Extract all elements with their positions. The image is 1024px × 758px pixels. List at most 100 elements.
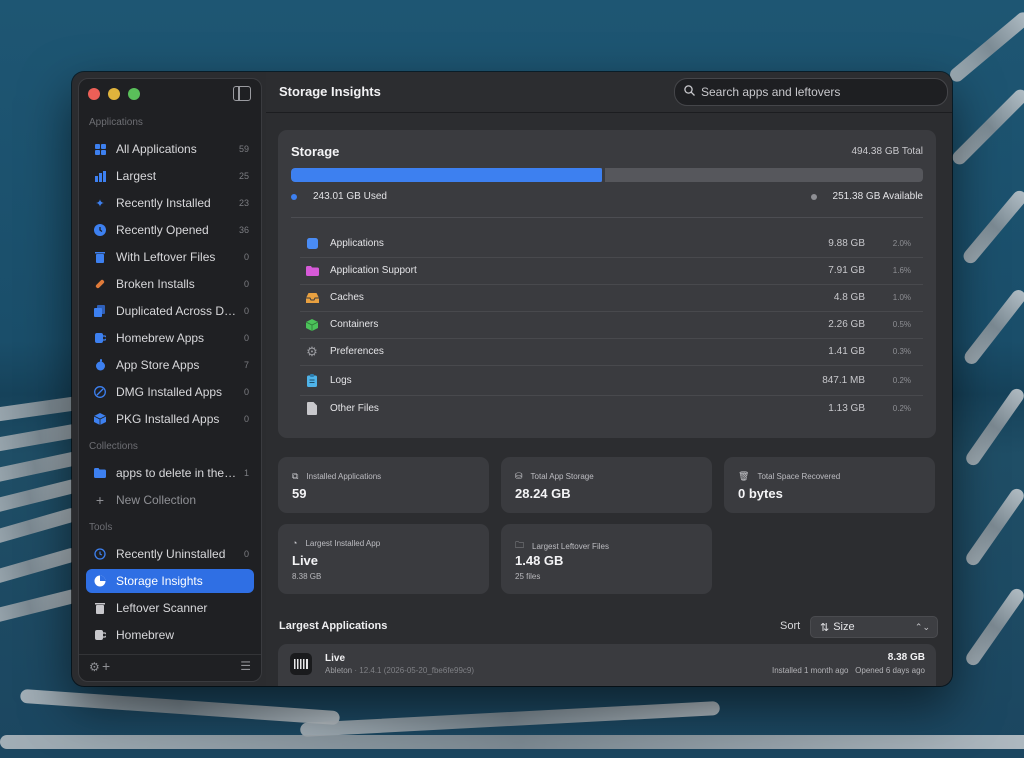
sidebar-item-largest[interactable]: Largest 25 (86, 164, 254, 188)
stat-largest-installed-app: ◔ Largest Installed App Live 8.38 GB (278, 524, 489, 594)
header-divider (266, 112, 952, 113)
category-name: Other Files (330, 403, 379, 414)
sidebar-item-homebrew[interactable]: Homebrew (86, 623, 254, 647)
category-percent: 2.0% (892, 239, 911, 248)
sidebar-item-count: 7 (243, 360, 249, 370)
close-button[interactable] (88, 88, 100, 100)
page-title: Storage Insights (279, 84, 381, 99)
new-collection-button[interactable]: + New Collection (86, 488, 254, 512)
sidebar-item-label: Homebrew Apps (116, 331, 205, 345)
stat-largest-leftover-files: 🗀 Largest Leftover Files 1.48 GB 25 files (501, 524, 712, 594)
sidebar-item-label: DMG Installed Apps (116, 385, 223, 399)
sidebar-item-homebrew-apps[interactable]: Homebrew Apps 0 (86, 326, 254, 350)
sort-value: Size (833, 621, 855, 633)
sidebar-item-recently-installed[interactable]: ✦ Recently Installed 23 (86, 191, 254, 215)
category-name: Containers (330, 319, 379, 330)
sort-label: Sort (780, 620, 801, 632)
category-row-application-support: Application Support 7.91 GB 1.6% (300, 257, 923, 285)
app-store-icon: ⧉ (292, 471, 299, 481)
category-size: 1.41 GB (828, 346, 865, 357)
sort-select[interactable]: ⇅ Size ⌃⌄ (810, 616, 938, 638)
stat-label-text: Total App Storage (530, 472, 594, 481)
category-percent: 0.3% (892, 347, 911, 356)
app-opened: Opened 6 days ago (855, 666, 925, 675)
app-name: Live (325, 653, 346, 664)
category-name: Caches (330, 292, 364, 303)
zoom-button[interactable] (128, 88, 140, 100)
section-label-collections: Collections (89, 441, 138, 452)
mug-icon (93, 331, 107, 345)
trash-icon: 🗑 (738, 471, 750, 481)
section-label-tools: Tools (89, 522, 113, 533)
category-row-preferences: ⚙ Preferences 1.41 GB 0.3% (300, 338, 923, 366)
sidebar-item-label: Homebrew (116, 628, 175, 642)
category-size: 4.8 GB (833, 292, 865, 303)
drive-icon: ⛁ (515, 471, 523, 481)
app-square-icon (305, 237, 319, 251)
storage-used-fill (291, 168, 602, 182)
storage-divider (291, 217, 923, 218)
category-name: Applications (330, 238, 384, 249)
sidebar-item-label: Leftover Scanner (116, 601, 208, 615)
category-row-other-files: Other Files 1.13 GB 0.2% (300, 395, 923, 422)
gear-icon: ⚙ (306, 343, 318, 359)
stat-value: 0 bytes (738, 486, 783, 501)
stat-label-text: Largest Installed App (305, 538, 381, 548)
sidebar-item-app-store-apps[interactable]: App Store Apps 7 (86, 353, 254, 377)
category-name: Preferences (330, 346, 384, 357)
sidebar-item-broken-installs[interactable]: Broken Installs 0 (86, 272, 254, 296)
category-size: 7.91 GB (828, 265, 865, 276)
sidebar-item-pkg-installed-apps[interactable]: PKG Installed Apps 0 (86, 407, 254, 431)
sidebar-item-count: 0 (243, 333, 249, 343)
storage-usage-bar (291, 168, 923, 182)
category-name: Logs (330, 374, 352, 386)
sidebar-item-count: 0 (243, 252, 249, 262)
stat-value: 28.24 GB (515, 486, 571, 501)
sidebar-item-count: 23 (238, 198, 249, 208)
stat-label: ⛁ Total App Storage (515, 471, 594, 482)
folder-badge-icon: 🗀 (515, 540, 525, 550)
clipboard-icon (305, 373, 319, 387)
filter-icon[interactable]: ☰ (240, 659, 251, 673)
settings-icon[interactable]: ⚙ (89, 660, 100, 674)
app-row[interactable]: Live Ableton · 12.4.1 (2026-05-20_fbe6fe… (278, 644, 936, 686)
sidebar-item-count: 0 (243, 279, 249, 289)
used-label: 243.01 GB Used (313, 191, 387, 202)
stat-label-text: Installed Applications (306, 472, 382, 481)
trash-icon (93, 250, 107, 264)
duplicate-icon (93, 304, 107, 318)
stat-value: 1.48 GB (515, 553, 564, 568)
arrow-up-circle-icon: ◔ (292, 538, 298, 548)
legend-used: 243.01 GB Used (291, 191, 387, 202)
sidebar-item-count: 36 (238, 225, 249, 235)
sidebar-item-label: Recently Installed (116, 196, 211, 210)
package-icon (93, 412, 107, 426)
sidebar-item-label: apps to delete in the f... (116, 466, 238, 480)
sidebar-item-label: Largest (116, 169, 157, 183)
sidebar-toggle-icon[interactable] (233, 86, 251, 101)
sidebar-item-label: All Applications (116, 142, 197, 156)
cube-icon (305, 318, 319, 332)
used-dot (291, 193, 297, 200)
available-dot (810, 193, 817, 200)
sidebar-item-with-leftover-files[interactable]: With Leftover Files 0 (86, 245, 254, 269)
folder-icon (93, 466, 107, 480)
sidebar-item-dmg-installed-apps[interactable]: DMG Installed Apps 0 (86, 380, 254, 404)
sidebar-item-duplicated[interactable]: Duplicated Across Dri... 0 (86, 299, 254, 323)
minimize-button[interactable] (108, 88, 120, 100)
sidebar-item-leftover-scanner[interactable]: Leftover Scanner (86, 596, 254, 620)
sidebar-item-all-applications[interactable]: All Applications 59 (86, 137, 254, 161)
sidebar-item-storage-insights[interactable]: Storage Insights (86, 569, 254, 593)
sidebar-item-recently-uninstalled[interactable]: Recently Uninstalled 0 (86, 542, 254, 566)
add-icon[interactable]: + (102, 658, 110, 674)
window-controls (88, 88, 140, 100)
stat-sub: 8.38 GB (292, 572, 322, 581)
stat-value: 59 (292, 486, 307, 501)
disk-icon (93, 385, 107, 399)
category-percent: 0.5% (892, 320, 911, 329)
sidebar-item-collection[interactable]: apps to delete in the f... 1 (86, 461, 254, 485)
sidebar-item-recently-opened[interactable]: Recently Opened 36 (86, 218, 254, 242)
search-input[interactable]: Search apps and leftovers (674, 78, 948, 106)
app-vendor-line: Ableton · 12.4.1 (2026-05-20_fbe6fe99c9) (325, 666, 474, 675)
apple-icon (93, 358, 107, 372)
